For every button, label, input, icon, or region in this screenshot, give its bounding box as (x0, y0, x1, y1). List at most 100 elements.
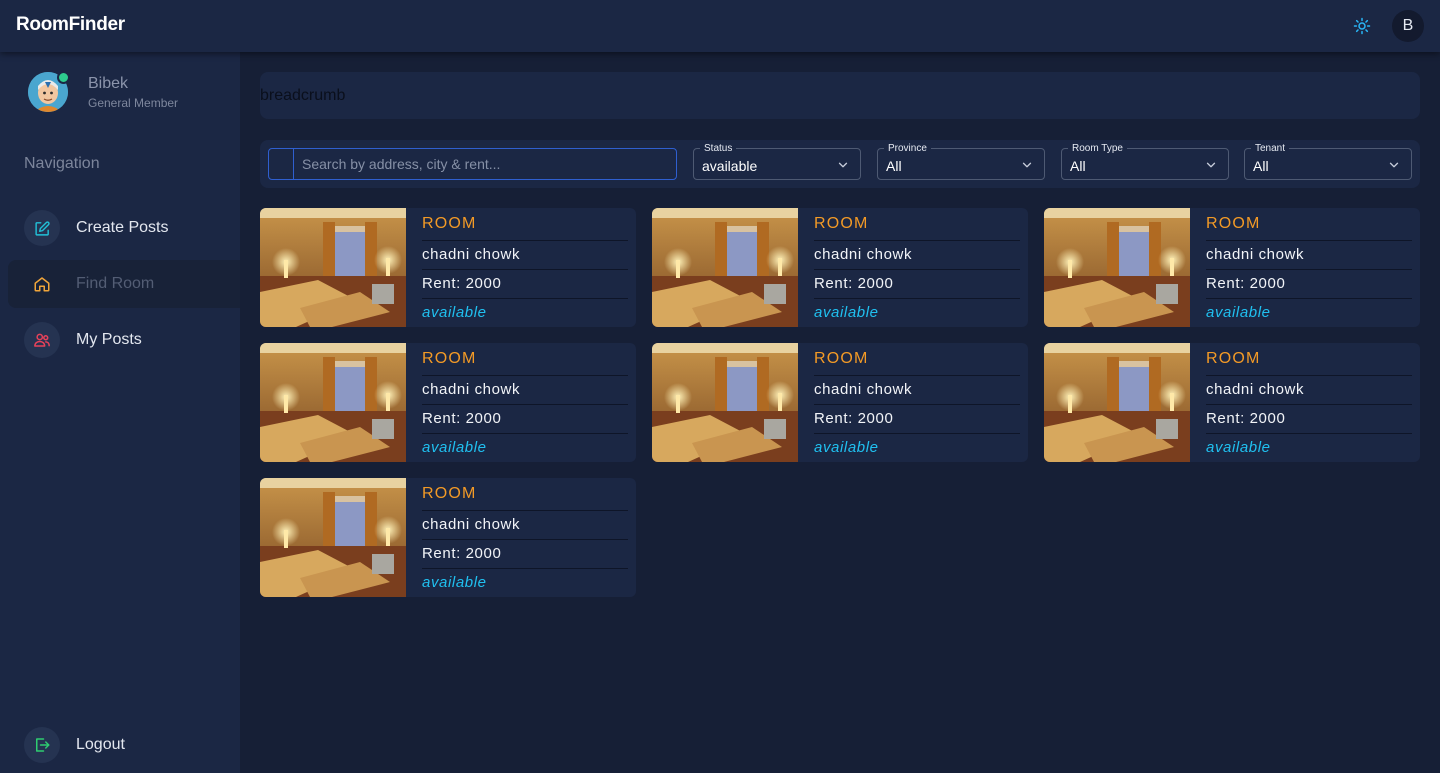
divider (422, 404, 628, 405)
divider (814, 433, 1020, 434)
room-card[interactable]: ROOM chadni chowk Rent: 2000 available (260, 478, 636, 597)
province-select[interactable]: Province All (877, 143, 1045, 180)
divider (814, 240, 1020, 241)
room-address: chadni chowk (422, 246, 521, 263)
theme-toggle-button[interactable] (1350, 14, 1374, 38)
sidebar-item-create-posts[interactable]: Create Posts (8, 204, 240, 252)
divider (1206, 404, 1412, 405)
sidebar-item-label: Find Room (76, 275, 155, 292)
select-value: available (702, 158, 758, 174)
room-rent: Rent: 2000 (814, 275, 894, 292)
room-status: available (1206, 304, 1271, 321)
search-box[interactable] (268, 148, 677, 180)
select-value: All (1070, 158, 1086, 174)
divider (1206, 433, 1412, 434)
search-adornment (269, 149, 294, 179)
room-status: available (422, 574, 487, 591)
room-rent: Rent: 2000 (1206, 275, 1286, 292)
chevron-down-icon (1206, 162, 1216, 168)
sidebar-item-label: Create Posts (76, 219, 169, 236)
room-type: ROOM (1206, 215, 1261, 232)
divider (1206, 240, 1412, 241)
app-logo-title[interactable]: RoomFinder (16, 14, 125, 36)
room-address: chadni chowk (814, 381, 913, 398)
divider (814, 375, 1020, 376)
sidebar-item-find-room[interactable]: Find Room (8, 260, 240, 308)
chevron-down-icon (838, 162, 848, 168)
room-card[interactable]: ROOM chadni chowk Rent: 2000 available (652, 208, 1028, 327)
select-value: All (886, 158, 902, 174)
divider (1206, 269, 1412, 270)
breadcrumb-text: breadcrumb (260, 87, 346, 104)
room-address: chadni chowk (1206, 381, 1305, 398)
room-status: available (422, 439, 487, 456)
logout-icon (24, 727, 60, 763)
room-type: ROOM (422, 215, 477, 232)
room-type: ROOM (422, 350, 477, 367)
room-address: chadni chowk (814, 246, 913, 263)
room-address: chadni chowk (1206, 246, 1305, 263)
user-profile: Bibek General Member (28, 71, 179, 112)
room-photo (260, 343, 406, 462)
select-label: Tenant (1251, 143, 1290, 155)
room-photo (1044, 208, 1190, 327)
divider (814, 298, 1020, 299)
divider (422, 568, 628, 569)
room-status: available (814, 439, 879, 456)
divider (422, 539, 628, 540)
user-role: General Member (88, 96, 179, 110)
users-icon (24, 322, 60, 358)
room-status: available (814, 304, 879, 321)
breadcrumb: breadcrumb (260, 72, 1420, 119)
room-rent: Rent: 2000 (422, 545, 502, 562)
divider (422, 375, 628, 376)
divider (814, 269, 1020, 270)
status-select[interactable]: Status available (693, 143, 861, 180)
user-name: Bibek (88, 75, 129, 92)
navigation-heading: Navigation (24, 155, 100, 172)
select-label: Room Type (1068, 143, 1127, 155)
room-card[interactable]: ROOM chadni chowk Rent: 2000 available (260, 343, 636, 462)
room-status: available (1206, 439, 1271, 456)
room-rent: Rent: 2000 (422, 410, 502, 427)
room-address: chadni chowk (422, 381, 521, 398)
room-rent: Rent: 2000 (1206, 410, 1286, 427)
room-photo (260, 478, 406, 597)
room-photo (1044, 343, 1190, 462)
chevron-down-icon (1022, 162, 1032, 168)
room-status: available (422, 304, 487, 321)
room-card[interactable]: ROOM chadni chowk Rent: 2000 available (1044, 343, 1420, 462)
divider (422, 510, 628, 511)
avatar[interactable] (28, 71, 70, 112)
divider (1206, 298, 1412, 299)
logout-label: Logout (76, 736, 125, 753)
room-address: chadni chowk (422, 516, 521, 533)
home-icon (24, 266, 60, 302)
room-rent: Rent: 2000 (422, 275, 502, 292)
sidebar: Bibek General Member Navigation Create P… (0, 52, 240, 773)
search-input[interactable] (294, 149, 676, 179)
room-photo (260, 208, 406, 327)
filter-bar: Status available Province All Room Type … (260, 140, 1420, 188)
room-card[interactable]: ROOM chadni chowk Rent: 2000 available (652, 343, 1028, 462)
room-photo (652, 343, 798, 462)
divider (422, 269, 628, 270)
select-label: Status (700, 143, 737, 155)
room-type: ROOM (1206, 350, 1261, 367)
divider (814, 404, 1020, 405)
room-rent: Rent: 2000 (814, 410, 894, 427)
room-type-select[interactable]: Room Type All (1061, 143, 1229, 180)
chevron-down-icon (1389, 162, 1399, 168)
account-avatar-button[interactable]: B (1392, 10, 1424, 42)
sidebar-item-my-posts[interactable]: My Posts (8, 316, 240, 364)
main-content: breadcrumb Status available Province All… (240, 52, 1440, 773)
divider (422, 433, 628, 434)
room-card[interactable]: ROOM chadni chowk Rent: 2000 available (260, 208, 636, 327)
logout-button[interactable]: Logout (8, 721, 240, 769)
room-type: ROOM (422, 485, 477, 502)
tenant-select[interactable]: Tenant All (1244, 143, 1412, 180)
online-status-dot (57, 71, 70, 84)
edit-icon (24, 210, 60, 246)
room-card[interactable]: ROOM chadni chowk Rent: 2000 available (1044, 208, 1420, 327)
room-type: ROOM (814, 350, 869, 367)
